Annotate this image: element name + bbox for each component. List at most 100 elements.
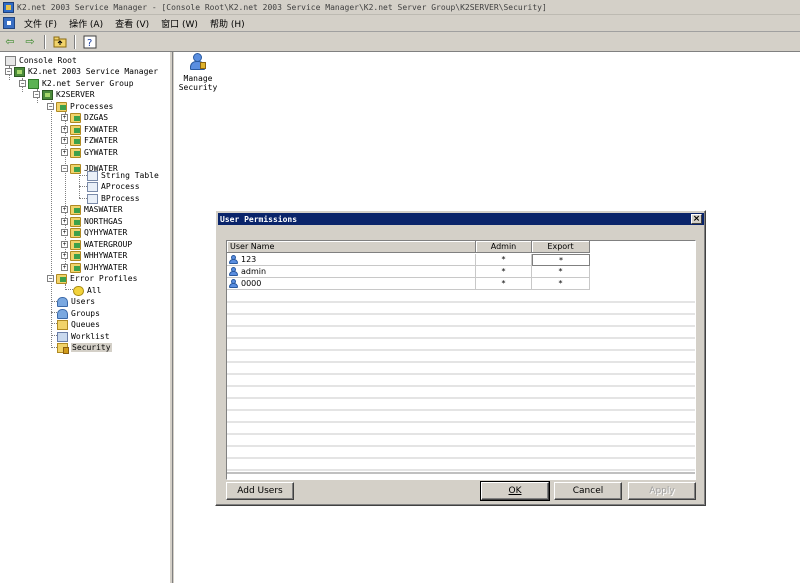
tree-node-process[interactable]: + QYHYWATER <box>61 227 127 238</box>
expand-icon[interactable]: + <box>61 264 68 271</box>
process-folder-icon <box>70 204 81 215</box>
expand-icon[interactable]: + <box>61 206 68 213</box>
user-cell[interactable]: 0000 <box>227 278 476 290</box>
worklist-icon <box>57 331 68 342</box>
expand-icon[interactable]: + <box>61 126 68 133</box>
processes-folder-icon <box>56 101 67 112</box>
collapse-icon[interactable]: − <box>33 91 40 98</box>
ok-label: OK <box>508 486 522 496</box>
expand-icon[interactable]: + <box>61 252 68 259</box>
tree-label: MASWATER <box>84 205 123 214</box>
tree-node-process[interactable]: + GYWATER <box>61 147 118 158</box>
user-cell[interactable]: admin <box>227 266 476 278</box>
menu-file[interactable]: 文件 (F) <box>18 17 63 30</box>
table-row[interactable]: admin * * <box>227 266 590 278</box>
user-name: admin <box>241 267 267 276</box>
user-cell[interactable]: 123 <box>227 254 476 266</box>
tree-label: DZGAS <box>84 113 109 122</box>
add-users-button[interactable]: Add Users <box>226 482 294 500</box>
tree-node-process[interactable]: + FXWATER <box>61 124 118 135</box>
cancel-button[interactable]: Cancel <box>554 482 622 500</box>
process-folder-icon <box>70 112 81 123</box>
tree-label: Processes <box>70 102 114 111</box>
grid-header: User Name Admin Export <box>227 241 590 253</box>
menu-window[interactable]: 窗口 (W) <box>155 17 204 30</box>
menu-action[interactable]: 操作 (A) <box>63 17 109 30</box>
tree-node-process[interactable]: + NORTHGAS <box>61 216 123 227</box>
column-header-user-name[interactable]: User Name <box>227 241 476 253</box>
collapse-icon[interactable]: − <box>47 275 54 282</box>
forward-icon[interactable]: ⇨ <box>22 34 38 50</box>
menu-view[interactable]: 查看 (V) <box>109 17 155 30</box>
export-cell[interactable]: * <box>532 254 590 266</box>
admin-cell[interactable]: * <box>476 278 532 290</box>
queues-icon <box>57 319 68 330</box>
tree-node-console-root[interactable]: Console Root <box>5 55 77 66</box>
tree-node-aprocess[interactable]: AProcess <box>87 181 140 192</box>
manage-security-label-1: Manage <box>183 74 213 83</box>
permissions-grid[interactable]: User Name Admin Export 123 * * admin * *… <box>226 240 696 480</box>
manage-security-icon <box>189 53 207 71</box>
console-icon[interactable] <box>3 17 15 29</box>
expand-icon[interactable]: + <box>61 241 68 248</box>
close-icon[interactable]: × <box>691 214 702 224</box>
tree-label: Users <box>71 297 96 306</box>
tree-node-error-all[interactable]: All <box>73 285 101 296</box>
expand-icon[interactable]: + <box>61 218 68 225</box>
tree-label: FZWATER <box>84 136 118 145</box>
security-icon <box>57 342 69 354</box>
tree-label: Queues <box>71 320 100 329</box>
collapse-icon[interactable]: − <box>19 80 26 87</box>
tree-label: NORTHGAS <box>84 217 123 226</box>
column-header-admin[interactable]: Admin <box>476 241 532 253</box>
collapse-icon[interactable]: − <box>61 165 68 172</box>
tree-node-process[interactable]: + WHHYWATER <box>61 250 127 261</box>
tree-node-processes[interactable]: − Processes <box>47 101 113 112</box>
tree-node-k2server[interactable]: − K2SERVER <box>33 89 95 100</box>
user-icon <box>229 255 238 264</box>
expand-icon[interactable]: + <box>61 137 68 144</box>
expand-icon[interactable]: + <box>61 149 68 156</box>
tree-node-server-group[interactable]: − K2.net Server Group <box>19 78 134 89</box>
collapse-icon[interactable]: − <box>47 103 54 110</box>
tree-node-service-manager[interactable]: − K2.net 2003 Service Manager <box>5 66 158 77</box>
tree-node-queues[interactable]: Queues <box>57 319 100 330</box>
manage-security-item[interactable]: Manage Security <box>178 53 218 92</box>
tree-node-process[interactable]: + FZWATER <box>61 135 118 146</box>
ok-button[interactable]: OK <box>480 481 550 501</box>
tree-node-groups[interactable]: Groups <box>57 308 100 319</box>
tree-node-bprocess[interactable]: BProcess <box>87 193 140 204</box>
table-row[interactable]: 123 * * <box>227 254 590 266</box>
column-header-export[interactable]: Export <box>532 241 590 253</box>
collapse-icon[interactable]: − <box>5 68 12 75</box>
help-icon[interactable]: ? <box>82 34 98 50</box>
tree-node-security[interactable]: Security <box>57 342 112 354</box>
expand-icon[interactable]: + <box>61 229 68 236</box>
up-folder-icon[interactable] <box>52 34 68 50</box>
tree-node-error-profiles[interactable]: − Error Profiles <box>47 273 137 284</box>
tree-node-process[interactable]: + DZGAS <box>61 112 108 123</box>
window-title: K2.net 2003 Service Manager - [Console R… <box>17 2 547 12</box>
apply-button: Apply <box>628 482 696 500</box>
back-icon[interactable]: ⇦ <box>2 34 18 50</box>
tree-node-process[interactable]: + WJHYWATER <box>61 262 127 273</box>
tree-node-process[interactable]: + WATERGROUP <box>61 239 132 250</box>
process-folder-icon <box>70 135 81 146</box>
menu-help[interactable]: 帮助 (H) <box>204 17 251 30</box>
tree-node-users[interactable]: Users <box>57 296 95 307</box>
tree-node-string-table[interactable]: String Table <box>87 170 159 181</box>
tree-node-process[interactable]: + MASWATER <box>61 204 123 215</box>
expand-icon[interactable]: + <box>61 114 68 121</box>
tree-label: Error Profiles <box>70 274 138 283</box>
tree-node-worklist[interactable]: Worklist <box>57 331 110 342</box>
table-row[interactable]: 0000 * * <box>227 278 590 290</box>
string-table-icon <box>87 170 98 181</box>
process-doc-icon <box>87 193 98 204</box>
manage-security-label-2: Security <box>178 83 218 92</box>
dialog-titlebar: User Permissions × <box>218 213 704 225</box>
console-tree[interactable]: Console Root − K2.net 2003 Service Manag… <box>0 52 172 583</box>
admin-cell[interactable]: * <box>476 254 532 266</box>
export-cell[interactable]: * <box>532 266 590 278</box>
export-cell[interactable]: * <box>532 278 590 290</box>
admin-cell[interactable]: * <box>476 266 532 278</box>
